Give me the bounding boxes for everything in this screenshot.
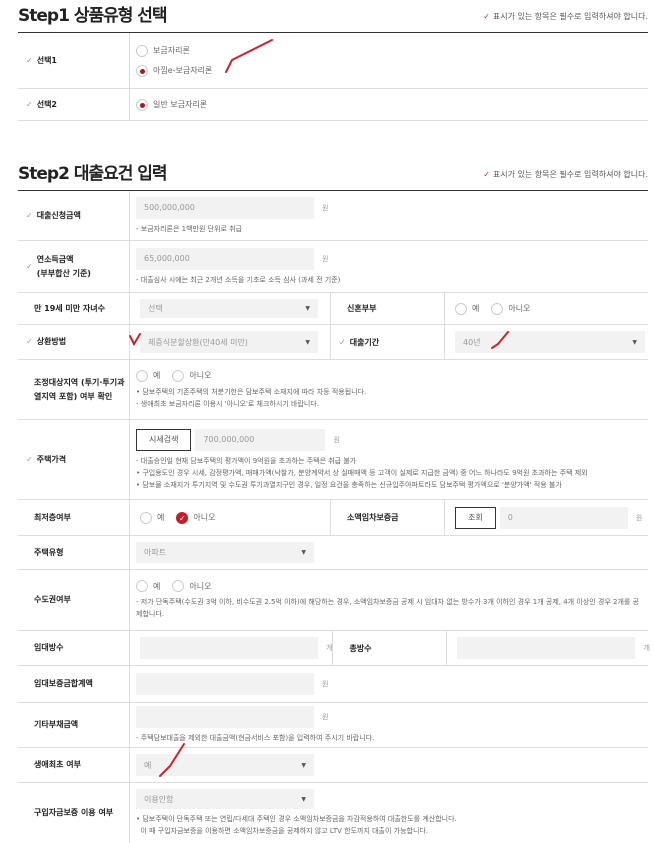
radio-bogeumjari[interactable]: 보금자리론 — [136, 44, 648, 57]
newlywed-no[interactable]: 아니오 — [491, 302, 530, 315]
newlywed-yes[interactable]: 예 — [455, 302, 479, 315]
total-rooms-input[interactable] — [457, 637, 636, 659]
step1-title: Step1 상품유형 선택 — [18, 6, 168, 26]
children-select[interactable]: 선택 ▼ — [140, 299, 318, 318]
step2-title: Step2 대출요건 입력 — [18, 164, 168, 184]
step1-table: ✓ 선택1 보금자리론 아낌e-보금자리론 ✓ 선택2 일반 보금자리론 — [18, 32, 648, 121]
rent-rooms-input[interactable] — [140, 637, 318, 659]
rent-deposit-input[interactable] — [136, 673, 314, 695]
dropdown-arrow-icon: ▼ — [301, 549, 306, 556]
row-purchase-guarantee: 구입자금보증 이용 여부 이용안함 ▼ • 담보주택이 단독주택 또는 연립/다세… — [18, 783, 648, 843]
step2-header: Step2 대출요건 입력 ✓ 표시가 있는 항목은 필수로 입력하셔야 합니다. — [18, 157, 648, 190]
price-search-button[interactable]: 시세검색 — [136, 428, 192, 451]
house-price-input[interactable]: 700,000,000 — [195, 428, 326, 451]
capital-yes[interactable]: 예 — [136, 580, 160, 592]
step1-header: Step1 상품유형 선택 ✓ 표시가 있는 항목은 필수로 입력하셔야 합니다. — [18, 0, 648, 32]
repayment-select[interactable]: 체증식분할상환(만40세 미만) ▼ — [140, 331, 318, 353]
lowest-floor-yes[interactable]: 예 — [140, 511, 164, 524]
row-regulated-area: 조정대상지역 (투기·투기과열지역 포함) 여부 확인 예 아니오 • 담보주택의… — [18, 360, 648, 420]
row-rooms: 임대방수 개 총방수 개 — [18, 631, 650, 666]
check-icon: ✓ — [339, 337, 346, 347]
dropdown-arrow-icon: ▼ — [301, 761, 306, 769]
check-icon: ✓ — [483, 170, 490, 179]
small-deposit-input[interactable]: 0 — [499, 506, 628, 529]
dropdown-arrow-icon: ▼ — [305, 338, 310, 346]
row-income: ✓ 연소득금액 (부부합산 기준) 65,000,000 원 - 대출심사 시에는 최근… — [18, 241, 648, 293]
check-icon: ✓ — [483, 12, 490, 21]
term-select[interactable]: 40년 ▼ — [455, 331, 645, 353]
radio-general-bogeumjari[interactable]: 일반 보금자리론 — [136, 98, 648, 111]
row-children-newlywed: 만 19세 미만 자녀수 선택 ▼ 신혼부부 예 아니오 — [18, 293, 648, 325]
check-icon: ✓ — [26, 99, 33, 109]
row-choice2: ✓ 선택2 일반 보금자리론 — [18, 89, 648, 121]
first-home-select[interactable]: 예 ▼ — [136, 754, 314, 776]
radio-akkim-e-bogeumjari[interactable]: 아낌e-보금자리론 — [136, 64, 648, 77]
check-icon: ✓ — [26, 261, 33, 271]
row-house-type: 주택유형 아파트 ▼ — [18, 536, 648, 570]
check-icon: ✓ — [26, 454, 33, 464]
capital-no[interactable]: 아니오 — [172, 580, 211, 592]
row-repayment-term: ✓ 상환방법 체증식분할상환(만40세 미만) ▼ ✓ 대출기간 40년 ▼ — [18, 325, 648, 360]
lookup-button[interactable]: 조회 — [455, 506, 496, 529]
other-debt-input[interactable] — [136, 706, 314, 728]
regulated-yes[interactable]: 예 — [136, 369, 160, 382]
dropdown-arrow-icon: ▼ — [632, 338, 637, 346]
check-icon: ✓ — [26, 337, 33, 346]
checked-icon: ✓ — [176, 511, 189, 524]
lowest-floor-no[interactable]: ✓ 아니오 — [176, 511, 215, 524]
income-input[interactable]: 65,000,000 — [136, 247, 314, 270]
step2-table: ✓ 대출신청금액 500,000,000 원 - 보금자리론은 1백만원 단위로 취급… — [18, 190, 650, 843]
required-note: 표시가 있는 항목은 필수로 입력하셔야 합니다. — [492, 12, 648, 21]
row-capital-area: 수도권여부 예 아니오 - 저가 단독주택(수도권 3억 이하, 비수도권 2.5… — [18, 570, 648, 631]
row-loan-amount: ✓ 대출신청금액 500,000,000 원 - 보금자리론은 1백만원 단위로 취급 — [18, 191, 648, 241]
row-rent-deposit: 임대보증금합계액 원 — [18, 666, 648, 703]
dropdown-arrow-icon: ▼ — [305, 305, 310, 312]
label: 선택1 — [36, 55, 57, 65]
row-house-price: ✓ 주택가격 시세검색 700,000,000 원 - 대출승인일 현재 담보주택의 … — [18, 420, 648, 500]
loan-amount-input[interactable]: 500,000,000 — [136, 196, 314, 219]
row-other-debt: 기타부채금액 원- 주택담보대출을 제외한 대출금액(현금서비스 포함)을 입력… — [18, 703, 648, 748]
regulated-no[interactable]: 아니오 — [172, 369, 211, 382]
check-icon: ✓ — [26, 210, 33, 220]
row-lowest-floor: 최저층여부 예 ✓ 아니오 소액임차보증금 조회 0 원 — [18, 500, 648, 536]
row-first-home: 생애최초 여부 예 ▼ — [18, 748, 648, 783]
purchase-guarantee-select[interactable]: 이용안함 ▼ — [136, 789, 314, 809]
house-type-select[interactable]: 아파트 ▼ — [136, 542, 314, 563]
check-icon: ✓ — [26, 55, 33, 65]
dropdown-arrow-icon: ▼ — [301, 795, 306, 803]
row-choice1: ✓ 선택1 보금자리론 아낌e-보금자리론 — [18, 33, 648, 89]
